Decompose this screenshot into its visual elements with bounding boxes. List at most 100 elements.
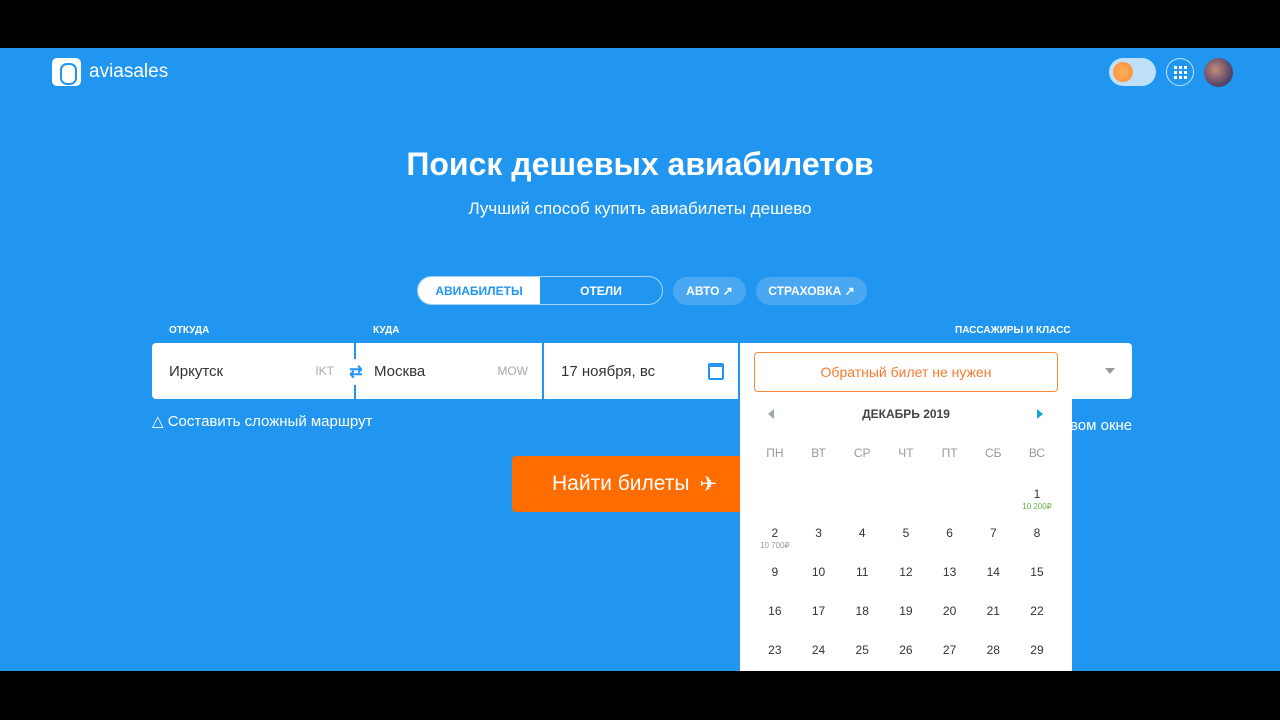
day-number: 26 bbox=[899, 643, 913, 657]
day-number: 15 bbox=[1030, 565, 1044, 579]
from-field[interactable]: Иркутск IKT bbox=[152, 343, 356, 399]
calendar-blank bbox=[928, 479, 972, 518]
day-price: 10 200₽ bbox=[1022, 502, 1052, 511]
return-date-calendar: Обратный билет не нужен ДЕКАБРЬ 2019 ПН В… bbox=[740, 343, 1072, 671]
swap-icon[interactable]: ⇄ bbox=[343, 359, 369, 385]
day-number: 10 bbox=[811, 565, 826, 579]
complex-route-link[interactable]: △ Составить сложный маршрут bbox=[152, 412, 372, 430]
calendar-blank bbox=[840, 479, 884, 518]
calendar-day[interactable]: 12 bbox=[884, 557, 928, 596]
calendar-day[interactable]: 2 10 700₽ bbox=[753, 518, 797, 557]
calendar-day[interactable]: 14 bbox=[971, 557, 1015, 596]
tab-hotels[interactable]: ОТЕЛИ bbox=[540, 277, 662, 304]
calendar-icon bbox=[708, 362, 724, 380]
calendar-day[interactable]: 7 bbox=[971, 518, 1015, 557]
calendar-day[interactable]: 19 bbox=[884, 596, 928, 635]
date-field[interactable]: 17 ноября, вс bbox=[544, 343, 740, 399]
calendar-day[interactable]: 20 bbox=[928, 596, 972, 635]
calendar-day[interactable]: 23 bbox=[753, 635, 797, 671]
logo-text: aviasales bbox=[89, 61, 169, 82]
theme-toggle[interactable] bbox=[1109, 58, 1156, 86]
no-return-button[interactable]: Обратный билет не нужен bbox=[754, 352, 1058, 392]
from-code: IKT bbox=[315, 364, 334, 378]
calendar-day[interactable]: 9 bbox=[753, 557, 797, 596]
calendar-day[interactable]: 24 bbox=[797, 635, 841, 671]
avatar[interactable] bbox=[1204, 58, 1233, 87]
calendar-day[interactable]: 8 bbox=[1015, 518, 1059, 557]
day-number: 3 bbox=[815, 526, 822, 540]
page-title: Поиск дешевых авиабилетов bbox=[406, 146, 874, 182]
day-number: 7 bbox=[989, 526, 997, 540]
day-number: 16 bbox=[768, 604, 782, 618]
calendar-day[interactable]: 29 bbox=[1015, 635, 1059, 671]
day-number: 17 bbox=[811, 604, 826, 618]
logo[interactable]: aviasales bbox=[52, 58, 168, 86]
calendar-blank bbox=[797, 479, 841, 518]
calendar-day[interactable]: 3 bbox=[797, 518, 841, 557]
sun-icon bbox=[1113, 62, 1133, 82]
calendar-blank bbox=[884, 479, 928, 518]
calendar-day[interactable]: 26 bbox=[884, 635, 928, 671]
day-number: 2 bbox=[771, 526, 779, 540]
calendar-day[interactable]: 13 bbox=[928, 557, 972, 596]
page-subtitle: Лучший способ купить авиабилеты дешево bbox=[468, 199, 812, 218]
weekday-label: ВТ bbox=[811, 446, 826, 460]
plane-icon: ✈ bbox=[699, 472, 718, 496]
calendar-day[interactable]: 27 bbox=[928, 635, 972, 671]
calendar-day[interactable]: 18 bbox=[840, 596, 884, 635]
new-window-option[interactable]: вом окне bbox=[1070, 417, 1132, 434]
day-price: 10 700₽ bbox=[760, 541, 790, 550]
day-number: 1 bbox=[1033, 487, 1041, 501]
calendar-month: ДЕКАБРЬ 2019 bbox=[862, 407, 950, 421]
route-link-label: Составить сложный маршрут bbox=[167, 413, 373, 430]
calendar-day[interactable]: 25 bbox=[840, 635, 884, 671]
next-month-icon[interactable] bbox=[1037, 409, 1043, 419]
auto-link[interactable]: АВТО ↗ bbox=[673, 277, 746, 305]
day-number: 29 bbox=[1030, 643, 1044, 657]
day-number: 22 bbox=[1030, 604, 1044, 618]
calendar-day[interactable]: 16 bbox=[753, 596, 797, 635]
weekday-label: ПН bbox=[766, 446, 784, 460]
search-button-label: Найти билеты bbox=[552, 472, 690, 495]
logo-icon bbox=[52, 58, 81, 86]
passengers-dropdown-icon[interactable] bbox=[1105, 368, 1115, 374]
day-number: 19 bbox=[899, 604, 913, 618]
passengers-label: ПАССАЖИРЫ И КЛАСС bbox=[955, 325, 1071, 336]
day-number: 28 bbox=[986, 643, 1000, 657]
calendar-day[interactable]: 1 10 200₽ bbox=[1015, 479, 1059, 518]
insurance-link[interactable]: СТРАХОВКА ↗ bbox=[756, 277, 867, 305]
to-code: MOW bbox=[497, 364, 528, 378]
day-number: 14 bbox=[986, 565, 1000, 579]
calendar-day[interactable]: 4 bbox=[840, 518, 884, 557]
weekday-label: ПТ bbox=[941, 446, 958, 460]
day-number: 4 bbox=[858, 526, 866, 540]
search-type-tabs: АВИАБИЛЕТЫ ОТЕЛИ bbox=[417, 276, 663, 305]
calendar-day[interactable]: 28 bbox=[971, 635, 1015, 671]
from-value: Иркутск bbox=[169, 362, 224, 380]
calendar-day[interactable]: 6 bbox=[928, 518, 972, 557]
calendar-day[interactable]: 10 bbox=[797, 557, 841, 596]
weekday-label: СР bbox=[853, 446, 871, 460]
calendar-day[interactable]: 22 bbox=[1015, 596, 1059, 635]
to-label: КУДА bbox=[373, 325, 400, 336]
calendar-day[interactable]: 21 bbox=[971, 596, 1015, 635]
day-number: 8 bbox=[1033, 526, 1041, 540]
day-number: 6 bbox=[946, 526, 953, 540]
day-number: 13 bbox=[942, 565, 957, 579]
search-button[interactable]: Найти билеты ✈ bbox=[512, 456, 752, 512]
day-number: 24 bbox=[811, 643, 826, 657]
weekday-label: СБ bbox=[985, 446, 1002, 460]
day-number: 25 bbox=[855, 643, 869, 657]
calendar-day[interactable]: 5 bbox=[884, 518, 928, 557]
calendar-day[interactable]: 15 bbox=[1015, 557, 1059, 596]
day-number: 27 bbox=[942, 643, 957, 657]
calendar-day[interactable]: 11 bbox=[840, 557, 884, 596]
calendar-day[interactable]: 17 bbox=[797, 596, 841, 635]
day-number: 9 bbox=[771, 565, 779, 579]
to-field[interactable]: Москва MOW bbox=[356, 343, 544, 399]
route-icon: △ bbox=[152, 413, 168, 430]
page: aviasales Поиск дешевых авиабилетов Лучш… bbox=[0, 48, 1280, 671]
tab-flights[interactable]: АВИАБИЛЕТЫ bbox=[418, 277, 540, 304]
apps-grid-icon[interactable] bbox=[1166, 58, 1194, 86]
calendar-blank bbox=[971, 479, 1015, 518]
